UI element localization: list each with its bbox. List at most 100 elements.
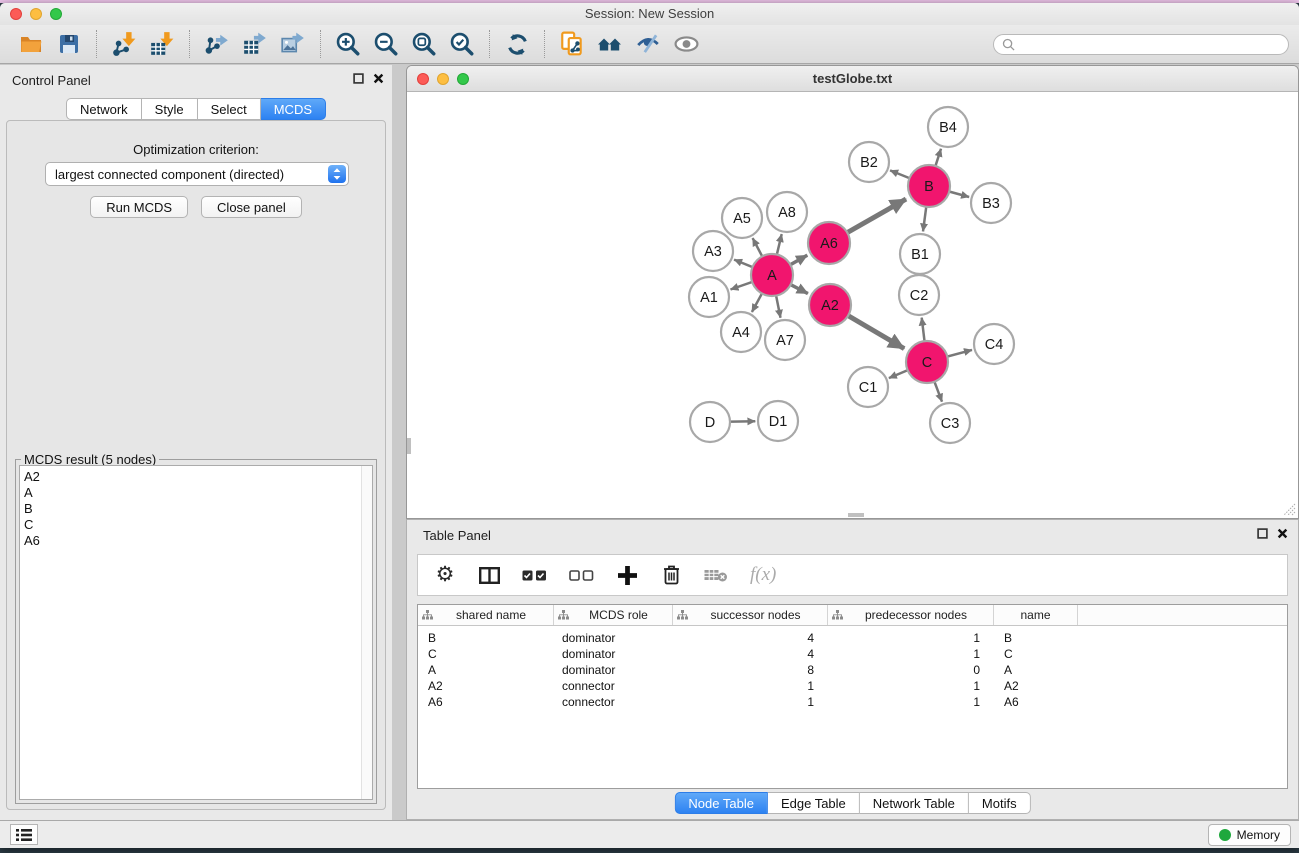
show-column-button[interactable] [478,567,500,584]
zoom-in-button[interactable] [329,28,367,60]
cell-successor-nodes[interactable]: 1 [673,679,828,693]
run-mcds-button[interactable]: Run MCDS [90,196,188,218]
new-network-from-selection-button[interactable] [553,28,591,60]
cell-mcds-role[interactable]: dominator [554,631,673,645]
tab-style[interactable]: Style [142,98,198,120]
cell-predecessor-nodes[interactable]: 1 [828,647,994,661]
float-panel-icon[interactable] [353,73,364,84]
tab-network-table[interactable]: Network Table [860,792,969,814]
first-neighbors-button[interactable] [591,28,629,60]
cell-successor-nodes[interactable]: 4 [673,647,828,661]
right-region: testGlobe.txt B4B2BB3A5A8A6A3B1AA1C2A2A4… [406,65,1299,820]
zoom-selected-button[interactable] [443,28,481,60]
cell-mcds-role[interactable]: dominator [554,647,673,661]
column-header[interactable]: name [994,605,1078,625]
column-header[interactable]: MCDS role [554,605,673,625]
vertical-scrollbar-thumb[interactable] [407,438,411,454]
cell-shared-name[interactable]: A [418,663,554,677]
import-network-button[interactable] [105,28,143,60]
table-row[interactable]: C dominator 4 1 C [418,646,1287,662]
export-network-button[interactable] [198,28,236,60]
network-window-titlebar[interactable]: testGlobe.txt [407,66,1298,92]
list-scrollbar[interactable] [361,466,372,799]
tab-node-table[interactable]: Node Table [674,792,768,814]
table-row[interactable]: A6 connector 1 1 A6 [418,694,1287,710]
table-panel: Table Panel ⚙ [406,519,1299,820]
memory-button[interactable]: Memory [1208,824,1291,846]
task-history-button[interactable] [10,824,38,845]
table-body: B dominator 4 1 B C dominator 4 1 C [418,626,1287,710]
save-session-button[interactable] [50,28,88,60]
search-field[interactable] [1015,37,1288,53]
close-table-panel-icon[interactable] [1277,528,1288,539]
mcds-result-list[interactable]: A2 A B C A6 [19,465,373,800]
unselect-all-button[interactable] [569,570,594,581]
add-row-button[interactable] [616,566,638,585]
cell-successor-nodes[interactable]: 8 [673,663,828,677]
select-all-button[interactable] [522,570,547,581]
cell-predecessor-nodes[interactable]: 1 [828,631,994,645]
table-settings-button[interactable]: ⚙ [434,565,456,585]
close-panel-icon[interactable] [373,73,384,84]
tab-motifs[interactable]: Motifs [969,792,1031,814]
table-row[interactable]: A dominator 8 0 A [418,662,1287,678]
close-panel-button[interactable]: Close panel [201,196,302,218]
table-row[interactable]: B dominator 4 1 B [418,630,1287,646]
delete-table-button[interactable] [704,568,728,583]
list-item[interactable]: A6 [20,533,372,549]
list-item[interactable]: A2 [20,469,372,485]
cell-predecessor-nodes[interactable]: 1 [828,679,994,693]
column-header[interactable]: shared name [418,605,554,625]
search-input[interactable] [993,34,1289,55]
apply-layout-button[interactable] [498,28,536,60]
export-table-button[interactable] [236,28,274,60]
cell-predecessor-nodes[interactable]: 0 [828,663,994,677]
tab-mcds[interactable]: MCDS [261,98,326,120]
cell-name[interactable]: A [994,663,1078,677]
title-bar[interactable]: Session: New Session [0,3,1299,25]
optimization-criterion-dropdown[interactable]: largest connected component (directed) [45,162,349,186]
import-table-icon [149,31,175,57]
open-session-button[interactable] [12,28,50,60]
cell-shared-name[interactable]: A6 [418,695,554,709]
list-item[interactable]: A [20,485,372,501]
float-table-panel-icon[interactable] [1257,528,1268,539]
network-canvas[interactable]: B4B2BB3A5A8A6A3B1AA1C2A2A4A7C4CC1C3DD1 [407,93,1298,518]
zoom-in-icon [335,31,361,57]
cell-shared-name[interactable]: B [418,631,554,645]
column-header[interactable]: predecessor nodes [828,605,994,625]
function-builder-button[interactable]: f(x) [750,564,776,586]
hide-selected-button[interactable] [629,28,667,60]
cell-name[interactable]: A2 [994,679,1078,693]
horizontal-scrollbar-thumb[interactable] [848,513,864,517]
column-header[interactable]: successor nodes [673,605,828,625]
cell-name[interactable]: B [994,631,1078,645]
export-image-button[interactable] [274,28,312,60]
resize-grip-icon[interactable] [1283,503,1296,516]
graph-node-label: A2 [821,298,839,314]
delete-row-button[interactable] [660,565,682,585]
cell-successor-nodes[interactable]: 1 [673,695,828,709]
list-item[interactable]: C [20,517,372,533]
cell-mcds-role[interactable]: connector [554,695,673,709]
tab-select[interactable]: Select [198,98,261,120]
cell-mcds-role[interactable]: dominator [554,663,673,677]
table-row[interactable]: A2 connector 1 1 A2 [418,678,1287,694]
app-window: Session: New Session [0,3,1299,848]
zoom-out-button[interactable] [367,28,405,60]
cell-name[interactable]: A6 [994,695,1078,709]
zoom-fit-button[interactable] [405,28,443,60]
cell-shared-name[interactable]: A2 [418,679,554,693]
cell-mcds-role[interactable]: connector [554,679,673,693]
tab-edge-table[interactable]: Edge Table [768,792,860,814]
import-table-button[interactable] [143,28,181,60]
list-item[interactable]: B [20,501,372,517]
cell-shared-name[interactable]: C [418,647,554,661]
refresh-icon [505,32,530,57]
cell-name[interactable]: C [994,647,1078,661]
show-all-button[interactable] [667,28,705,60]
cell-successor-nodes[interactable]: 4 [673,631,828,645]
graph-node-label: A8 [778,205,796,221]
cell-predecessor-nodes[interactable]: 1 [828,695,994,709]
tab-network[interactable]: Network [66,98,142,120]
